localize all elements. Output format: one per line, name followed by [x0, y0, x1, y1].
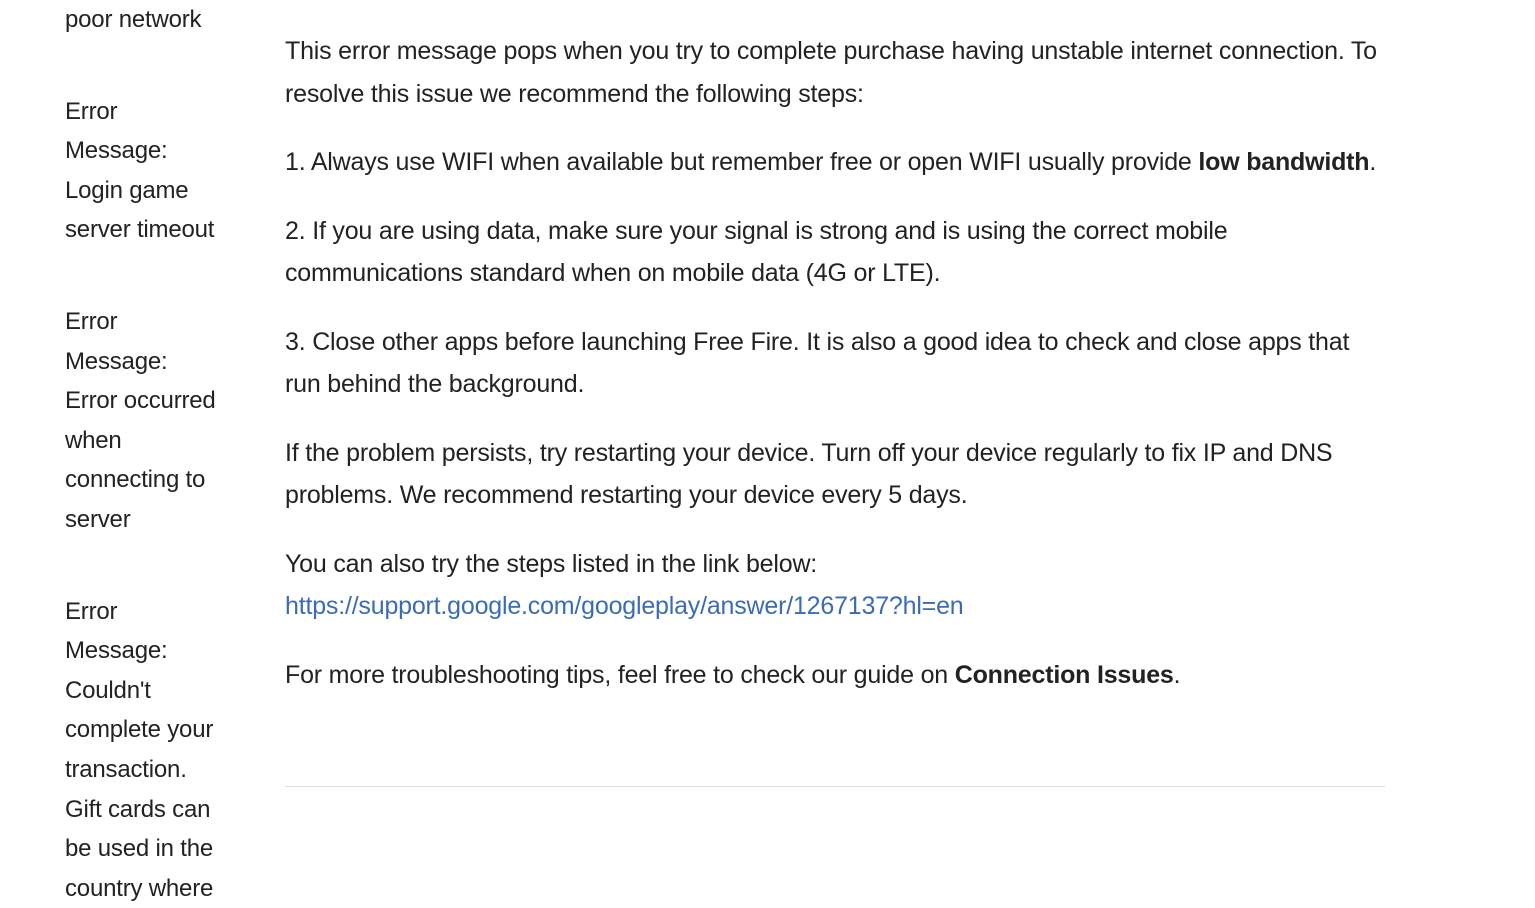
sidebar-item-error-connecting[interactable]: Error Message: Error occurred when conne… — [65, 302, 217, 540]
step-3-text: 3. Close other apps before launching Fre… — [285, 328, 1349, 399]
step-2: 2. If you are using data, make sure your… — [285, 210, 1385, 295]
try-also-paragraph: You can also try the steps listed in the… — [285, 543, 1385, 628]
sidebar-item-gift-card[interactable]: Error Message: Couldn't complete your tr… — [65, 592, 217, 908]
intro-paragraph: This error message pops when you try to … — [285, 30, 1385, 115]
external-help-link[interactable]: https://support.google.com/googleplay/an… — [285, 592, 963, 620]
step-1-prefix: 1. Always use WIFI when available but re… — [285, 148, 1198, 176]
persist-text: If the problem persists, try restarting … — [285, 439, 1332, 510]
step-1-suffix: . — [1369, 148, 1376, 176]
more-bold: Connection Issues — [955, 661, 1174, 689]
try-also-text: You can also try the steps listed in the… — [285, 550, 817, 578]
more-prefix: For more troubleshooting tips, feel free… — [285, 661, 955, 689]
more-tips-paragraph: For more troubleshooting tips, feel free… — [285, 654, 1385, 697]
sidebar: poor network Error Message: Login game s… — [0, 0, 217, 908]
sidebar-item-login-timeout[interactable]: Error Message: Login game server timeout — [65, 92, 217, 250]
sidebar-item-poor-network[interactable]: poor network — [65, 0, 217, 40]
sidebar-item-label: Error Message: Error occurred when conne… — [65, 308, 216, 533]
sidebar-item-label: Error Message: Couldn't complete your tr… — [65, 598, 213, 902]
step-1: 1. Always use WIFI when available but re… — [285, 141, 1385, 184]
sidebar-item-label: poor network — [65, 6, 201, 33]
sidebar-item-label: Error Message: Login game server timeout — [65, 98, 214, 244]
step-2-text: 2. If you are using data, make sure your… — [285, 217, 1227, 288]
step-1-bold: low bandwidth — [1198, 148, 1369, 176]
intro-text: This error message pops when you try to … — [285, 37, 1377, 108]
more-suffix: . — [1174, 661, 1181, 689]
step-3: 3. Close other apps before launching Fre… — [285, 321, 1385, 406]
persist-paragraph: If the problem persists, try restarting … — [285, 432, 1385, 517]
article-body: This error message pops when you try to … — [217, 0, 1535, 908]
section-divider — [285, 786, 1385, 787]
page: poor network Error Message: Login game s… — [0, 0, 1535, 908]
